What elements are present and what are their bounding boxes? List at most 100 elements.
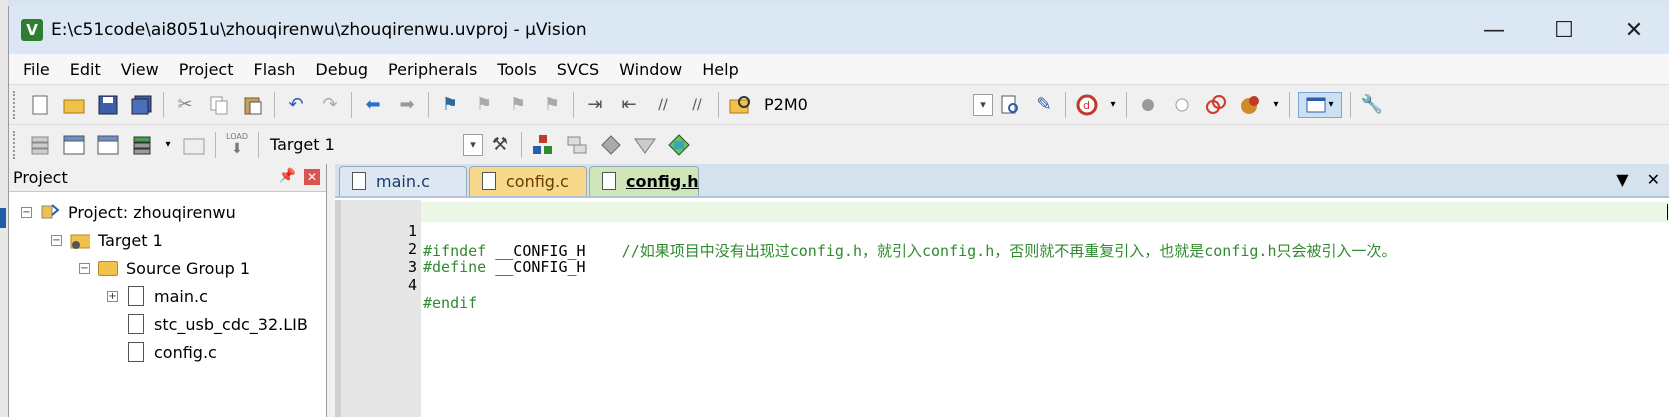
find-combo[interactable]: P2M0: [757, 92, 973, 118]
toolbar-separator: [163, 91, 164, 118]
preprocessor-directive: #endif: [423, 294, 478, 312]
text-cursor: [1667, 204, 1668, 220]
uncomment-icon[interactable]: //: [684, 92, 710, 118]
paste-icon[interactable]: [240, 92, 266, 118]
save-all-icon[interactable]: [129, 92, 155, 118]
tree-item-config-c[interactable]: config.c: [126, 338, 217, 366]
indent-icon[interactable]: ⇥: [582, 92, 608, 118]
tab-config-c[interactable]: config.c: [469, 166, 587, 196]
menu-help[interactable]: Help: [692, 60, 748, 79]
toolbar-grip[interactable]: [13, 130, 17, 159]
enable-breakpoint-icon[interactable]: [1169, 92, 1195, 118]
pin-icon[interactable]: 📌: [279, 168, 296, 184]
menu-project[interactable]: Project: [169, 60, 244, 79]
comment-icon[interactable]: //: [650, 92, 676, 118]
incremental-find-icon[interactable]: [997, 92, 1023, 118]
tab-label: config.c: [506, 172, 569, 191]
prev-bookmark-icon[interactable]: ⚑: [471, 92, 497, 118]
navigate-forward-icon[interactable]: ➡: [394, 92, 420, 118]
select-packs-icon[interactable]: [598, 132, 624, 158]
redo-icon[interactable]: ↷: [317, 92, 343, 118]
tab-config-h[interactable]: config.h: [589, 166, 699, 196]
debug-session-icon[interactable]: d: [1074, 92, 1100, 118]
pane-close-icon[interactable]: ✕: [304, 169, 320, 185]
menu-tools[interactable]: Tools: [487, 60, 546, 79]
download-icon[interactable]: LOAD ⬇: [224, 132, 250, 158]
menu-view[interactable]: View: [111, 60, 169, 79]
toolbar-separator: [274, 91, 275, 118]
translate-icon[interactable]: [27, 132, 53, 158]
debug-dropdown-icon[interactable]: ▾: [1108, 92, 1118, 118]
project-icon: [40, 202, 60, 222]
new-file-icon[interactable]: [27, 92, 53, 118]
current-line-highlight: [421, 202, 1669, 222]
undo-icon[interactable]: ↶: [283, 92, 309, 118]
clear-bookmarks-icon[interactable]: ⚑: [539, 92, 565, 118]
cut-icon[interactable]: ✂: [172, 92, 198, 118]
find-replace-icon[interactable]: ✎: [1031, 92, 1057, 118]
software-components-icon[interactable]: [666, 132, 692, 158]
close-button[interactable]: ✕: [1599, 6, 1669, 54]
editor-tab-bar: main.c config.c config.h ▼ ✕: [335, 164, 1669, 198]
tab-list-dropdown-icon[interactable]: ▼: [1616, 170, 1628, 189]
file-icon: [126, 342, 146, 362]
editor-area: main.c config.c config.h ▼ ✕ 1 #ifndef _…: [335, 164, 1669, 417]
insert-breakpoint-icon[interactable]: [1135, 92, 1161, 118]
stop-build-icon[interactable]: [181, 132, 207, 158]
bookmark-icon[interactable]: ⚑: [437, 92, 463, 118]
menu-window[interactable]: Window: [609, 60, 692, 79]
build-icon[interactable]: [61, 132, 87, 158]
menu-svcs[interactable]: SVCS: [547, 60, 609, 79]
tree-item-target[interactable]: − Target 1: [51, 226, 163, 254]
tree-item-project[interactable]: − Project: zhouqirenwu: [21, 198, 236, 226]
title-bar[interactable]: V E:\c51code\ai8051u\zhouqirenwu\zhouqir…: [9, 6, 1669, 54]
tree-item-main-c[interactable]: + main.c: [107, 282, 208, 310]
close-tab-icon[interactable]: ✕: [1647, 170, 1660, 189]
rebuild-icon[interactable]: [95, 132, 121, 158]
menu-peripherals[interactable]: Peripherals: [378, 60, 487, 79]
collapse-toggle[interactable]: −: [79, 262, 90, 274]
unindent-icon[interactable]: ⇤: [616, 92, 642, 118]
download-label: LOAD: [226, 132, 248, 141]
toolbar-grip[interactable]: [13, 90, 17, 119]
tab-main-c[interactable]: main.c: [339, 166, 467, 196]
file-extensions-icon[interactable]: [530, 132, 556, 158]
manage-packs-icon[interactable]: [564, 132, 590, 158]
menu-edit[interactable]: Edit: [60, 60, 111, 79]
toolbar-separator: [258, 131, 259, 158]
code-line: 3: [341, 240, 417, 276]
expand-toggle[interactable]: +: [107, 290, 118, 302]
target-options-icon[interactable]: ⚒: [487, 132, 513, 158]
maximize-button[interactable]: ☐: [1529, 6, 1599, 54]
save-icon[interactable]: [95, 92, 121, 118]
tree-item-source-group[interactable]: − Source Group 1: [79, 254, 250, 282]
target-combo-dropdown-icon[interactable]: ▾: [463, 133, 483, 156]
batch-build-dropdown-icon[interactable]: ▾: [163, 132, 173, 158]
kill-breakpoints-icon[interactable]: [1237, 92, 1263, 118]
pack-installer-icon[interactable]: [632, 132, 658, 158]
target-combo[interactable]: Target 1: [263, 132, 463, 158]
target-combo-value: Target 1: [270, 135, 335, 154]
minimize-button[interactable]: —: [1459, 6, 1529, 54]
find-in-files-icon[interactable]: [727, 92, 753, 118]
window-layout-icon[interactable]: ▾: [1298, 91, 1342, 118]
menu-flash[interactable]: Flash: [243, 60, 305, 79]
open-folder-icon[interactable]: [61, 92, 87, 118]
collapse-toggle[interactable]: −: [51, 234, 62, 246]
disable-breakpoints-icon[interactable]: [1203, 92, 1229, 118]
tree-item-label: Target 1: [98, 230, 163, 250]
collapse-toggle[interactable]: −: [21, 206, 32, 218]
find-combo-dropdown-icon[interactable]: ▾: [973, 93, 993, 116]
navigate-back-icon[interactable]: ⬅: [360, 92, 386, 118]
tab-bar-controls: ▼ ✕: [1616, 170, 1660, 189]
tree-item-lib[interactable]: stc_usb_cdc_32.LIB: [126, 310, 308, 338]
copy-icon[interactable]: [206, 92, 232, 118]
menu-debug[interactable]: Debug: [305, 60, 378, 79]
batch-build-icon[interactable]: [129, 132, 155, 158]
configure-icon[interactable]: 🔧: [1359, 92, 1385, 118]
next-bookmark-icon[interactable]: ⚑: [505, 92, 531, 118]
code-editor[interactable]: 1 #ifndef __CONFIG_H //如果项目中没有出现过config.…: [335, 200, 1669, 417]
background-window-mark: [0, 208, 6, 228]
breakpoints-dropdown-icon[interactable]: ▾: [1271, 92, 1281, 118]
menu-file[interactable]: File: [13, 60, 60, 79]
